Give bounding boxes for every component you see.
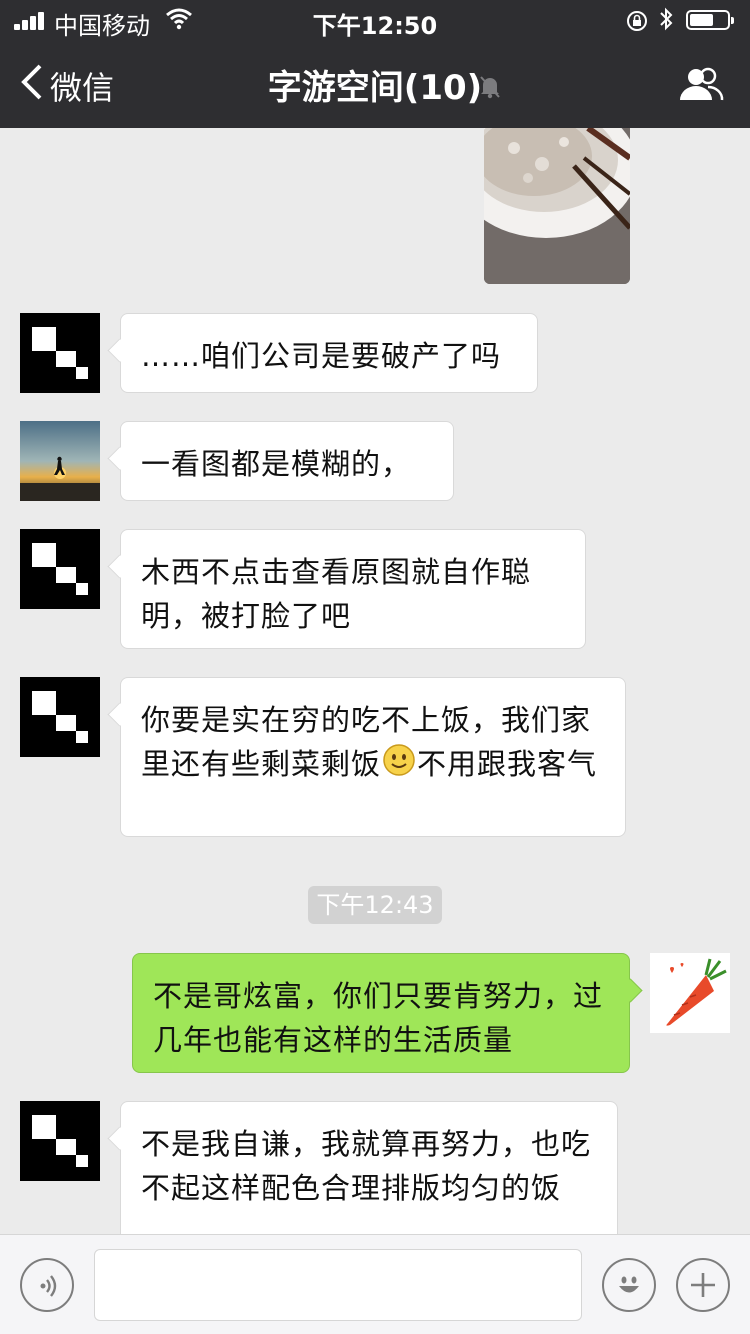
rice-bowl-photo[interactable] (484, 128, 630, 284)
navigation-bar: 微信 字游空间(10) (0, 40, 750, 128)
sunset-avatar[interactable] (20, 421, 100, 501)
mute-icon (478, 74, 502, 104)
emoji-button[interactable] (602, 1258, 656, 1312)
more-button[interactable] (676, 1258, 730, 1312)
message-bubble[interactable]: 一看图都是模糊的， (120, 421, 454, 501)
smile-emoji-icon (383, 744, 415, 788)
qr-block-avatar[interactable] (20, 677, 100, 757)
carrot-avatar[interactable] (650, 953, 730, 1033)
message-input[interactable] (94, 1249, 582, 1321)
message-timestamp: 下午12:43 (308, 886, 442, 924)
input-bar (0, 1234, 750, 1334)
rotation-lock-icon (626, 10, 648, 38)
status-bar: 中国移动 下午12:50 (0, 0, 750, 40)
message-bubble[interactable]: 你要是实在穷的吃不上饭，我们家里还有些剩菜剩饭 不用跟我客气 (120, 677, 626, 837)
sent-message-bubble[interactable]: 不是哥炫富，你们只要肯努力，过几年也能有这样的生活质量 (132, 953, 630, 1073)
chat-area[interactable]: ……咱们公司是要破产了吗 一看图都是模糊的， 木西不点击查看原图就自作聪明，被打… (0, 128, 750, 1234)
message-bubble[interactable]: 不是我自谦，我就算再努力，也吃不起这样配色合理排版均匀的饭 (120, 1101, 618, 1234)
voice-button[interactable] (20, 1258, 74, 1312)
plus-icon (689, 1271, 717, 1303)
qr-block-avatar[interactable] (20, 313, 100, 393)
message-bubble[interactable]: ……咱们公司是要破产了吗 (120, 313, 538, 393)
qr-block-avatar[interactable] (20, 1101, 100, 1181)
emoji-icon (613, 1269, 645, 1305)
message-bubble[interactable]: 木西不点击查看原图就自作聪明，被打脸了吧 (120, 529, 586, 649)
qr-block-avatar[interactable] (20, 529, 100, 609)
message-text: 不用跟我客气 (417, 747, 598, 781)
chat-title: 字游空间(10) (267, 68, 483, 108)
voice-icon (34, 1272, 62, 1304)
bluetooth-icon (658, 6, 674, 38)
group-members-icon[interactable] (678, 66, 724, 106)
top-bar: 中国移动 下午12:50 微信 字游空间(10) (0, 0, 750, 128)
battery-icon (686, 10, 734, 30)
